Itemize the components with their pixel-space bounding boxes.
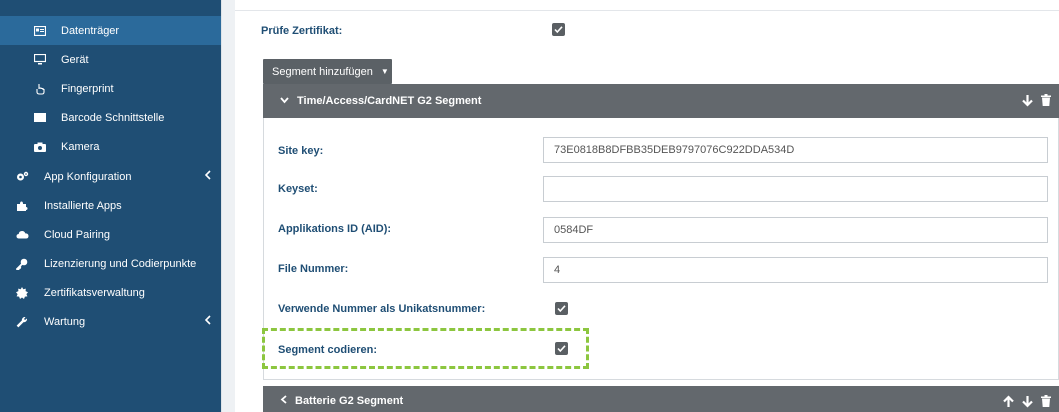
- file-nummer-value: 4: [554, 264, 561, 276]
- segment-title: Batterie G2 Segment: [295, 395, 404, 407]
- sidebar-item-fingerprint[interactable]: Fingerprint: [0, 74, 221, 103]
- segment-title: Time/Access/CardNET G2 Segment: [297, 95, 482, 107]
- file-nummer-input[interactable]: 4: [543, 257, 1048, 283]
- add-segment-label: Segment hinzufügen: [272, 65, 373, 78]
- aid-label: Applikations ID (AID):: [278, 223, 392, 235]
- verwende-nummer-checkbox[interactable]: [555, 302, 568, 315]
- sidebar-item-label: Gerät: [61, 53, 89, 66]
- id-card-icon: [33, 24, 47, 38]
- sidebar-item-datentraeger[interactable]: Datenträger: [0, 16, 221, 45]
- sidebar-item-kamera[interactable]: Kamera: [0, 132, 221, 161]
- chevron-down-icon: [280, 95, 289, 107]
- segment-header-timeaccess[interactable]: Time/Access/CardNET G2 Segment: [263, 84, 1059, 118]
- sidebar-item-label: Zertifikatsverwaltung: [44, 286, 145, 299]
- wrench-icon: [15, 315, 29, 329]
- sidebar-item-barcode[interactable]: Barcode Schnittstelle: [0, 103, 221, 132]
- keyset-input[interactable]: [543, 176, 1048, 202]
- camera-icon: [33, 140, 47, 154]
- chevron-left-icon: [204, 315, 211, 328]
- sidebar-item-label: Fingerprint: [61, 82, 114, 95]
- monitor-icon: [33, 53, 47, 67]
- sidebar-item-label: Lizenzierung und Codierpunkte: [44, 257, 197, 270]
- check-icon: [557, 305, 566, 313]
- segment-actions: [1022, 94, 1051, 110]
- trash-icon[interactable]: [1041, 94, 1051, 110]
- pruefe-zertifikat-label: Prüfe Zertifikat:: [261, 25, 343, 37]
- sidebar-item-zertifikatsverwaltung[interactable]: Zertifikatsverwaltung: [0, 278, 221, 307]
- keyset-label: Keyset:: [278, 183, 318, 195]
- sidebar-item-label: Kamera: [61, 140, 100, 153]
- sidebar-item-label: Wartung: [44, 315, 86, 328]
- highlight-annotation: [262, 328, 589, 369]
- chevron-left-icon: [280, 395, 287, 407]
- sidebar-item-geraet[interactable]: Gerät: [0, 45, 221, 74]
- sidebar-item-wartung[interactable]: Wartung: [0, 307, 221, 336]
- cogs-icon: [15, 170, 29, 184]
- check-icon: [554, 26, 563, 34]
- site-key-label: Site key:: [278, 145, 324, 157]
- cloud-icon: [15, 228, 29, 242]
- add-segment-button[interactable]: Segment hinzufügen ▼: [263, 59, 392, 84]
- arrow-down-icon[interactable]: [1022, 395, 1033, 411]
- sidebar-item-installierte-apps[interactable]: Installierte Apps: [0, 191, 221, 220]
- certificate-icon: [15, 286, 29, 300]
- sidebar-item-label: Datenträger: [61, 24, 120, 37]
- pruefe-zertifikat-checkbox[interactable]: [552, 23, 565, 36]
- aid-input[interactable]: 0584DF: [543, 217, 1048, 243]
- site-key-input[interactable]: 73E0818B8DFBB35DEB9797076C922DDA534D: [543, 137, 1048, 163]
- sidebar-item-lizenzierung[interactable]: Lizenzierung und Codierpunkte: [0, 249, 221, 278]
- sidebar-item-label: Barcode Schnittstelle: [61, 111, 165, 124]
- site-key-value: 73E0818B8DFBB35DEB9797076C922DDA534D: [554, 144, 795, 156]
- sidebar-item-cloud-pairing[interactable]: Cloud Pairing: [0, 220, 221, 249]
- chevron-left-icon: [204, 170, 211, 183]
- arrow-down-icon[interactable]: [1022, 94, 1033, 110]
- key-icon: [15, 257, 29, 271]
- divider: [235, 10, 1059, 11]
- file-nummer-label: File Nummer:: [278, 263, 349, 275]
- aid-value: 0584DF: [554, 224, 594, 236]
- sidebar-divider: [221, 0, 235, 412]
- sidebar-item-label: App Konfiguration: [44, 170, 132, 183]
- puzzle-icon: [15, 199, 29, 213]
- verwende-nummer-label: Verwende Nummer als Unikatsnummer:: [278, 303, 486, 315]
- hand-pointer-icon: [33, 82, 47, 96]
- arrow-up-icon[interactable]: [1003, 395, 1014, 411]
- sidebar-item-label: Installierte Apps: [44, 199, 122, 212]
- sidebar-item-app-konfiguration[interactable]: App Konfiguration: [0, 162, 221, 191]
- segment-header-batterie[interactable]: Batterie G2 Segment: [263, 386, 1059, 412]
- caret-down-icon: ▼: [380, 67, 389, 76]
- sidebar-item-label: Cloud Pairing: [44, 228, 111, 241]
- trash-icon[interactable]: [1041, 395, 1051, 411]
- segment-actions: [1003, 395, 1051, 411]
- barcode-icon: [33, 111, 47, 125]
- sidebar: Datenträger Gerät Fingerprint Barcode Sc…: [0, 0, 221, 412]
